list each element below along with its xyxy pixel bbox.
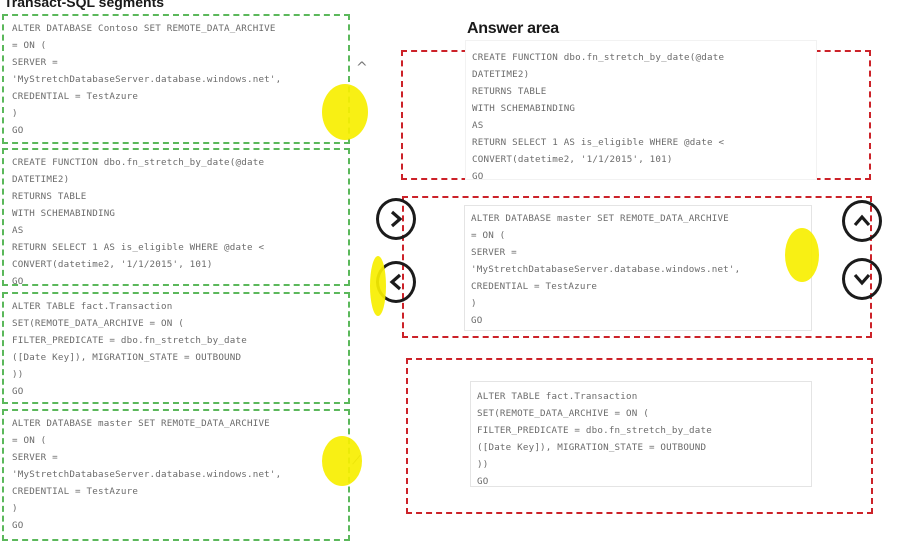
segment-code: CREATE FUNCTION dbo.fn_stretch_by_date(@…: [12, 157, 265, 287]
chevron-up-icon: [853, 214, 871, 227]
placed-segment-code: ALTER TABLE fact.Transaction SET(REMOTE_…: [477, 391, 712, 487]
chevron-left-icon: [389, 273, 402, 291]
segment-code: ALTER DATABASE master SET REMOTE_DATA_AR…: [12, 418, 282, 531]
segments-panel-title: Transact-SQL segments: [4, 0, 165, 10]
move-right-button[interactable]: [376, 198, 416, 240]
segment-code: ALTER TABLE fact.Transaction SET(REMOTE_…: [12, 301, 247, 397]
segment-alter-database-contoso[interactable]: ALTER DATABASE Contoso SET REMOTE_DATA_A…: [2, 14, 350, 144]
segment-alter-table[interactable]: ALTER TABLE fact.Transaction SET(REMOTE_…: [2, 292, 350, 404]
segment-create-function[interactable]: CREATE FUNCTION dbo.fn_stretch_by_date(@…: [2, 148, 350, 287]
placed-segment-alter-table[interactable]: ALTER TABLE fact.Transaction SET(REMOTE_…: [470, 381, 812, 487]
placed-segment-code: CREATE FUNCTION dbo.fn_stretch_by_date(@…: [472, 52, 725, 182]
chevron-right-icon: [390, 210, 403, 228]
placed-segment-alter-database-master[interactable]: ALTER DATABASE master SET REMOTE_DATA_AR…: [464, 205, 812, 331]
scroll-marker-icon: |: [350, 452, 364, 466]
scroll-up-icon[interactable]: ^: [356, 60, 368, 76]
answer-area-title: Answer area: [467, 20, 559, 37]
segment-code: ALTER DATABASE Contoso SET REMOTE_DATA_A…: [12, 23, 282, 136]
placed-segment-create-function[interactable]: CREATE FUNCTION dbo.fn_stretch_by_date(@…: [465, 40, 817, 182]
chevron-down-icon: [853, 273, 871, 286]
placed-segment-code: ALTER DATABASE master SET REMOTE_DATA_AR…: [471, 213, 741, 326]
move-left-button[interactable]: [376, 261, 416, 303]
move-down-button[interactable]: [842, 258, 882, 300]
segment-alter-database-master[interactable]: ALTER DATABASE master SET REMOTE_DATA_AR…: [2, 409, 350, 541]
move-up-button[interactable]: [842, 200, 882, 242]
